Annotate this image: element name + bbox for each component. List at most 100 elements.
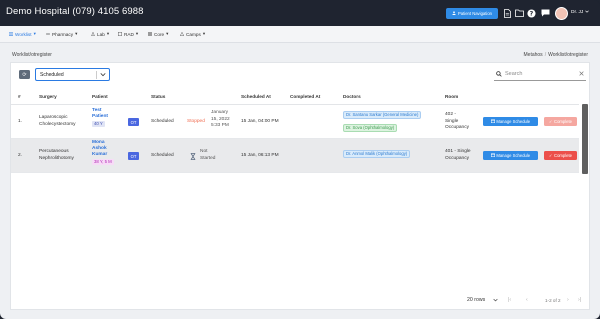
column-header: Scheduled At <box>241 94 271 99</box>
page-range: 1-2 of 2 <box>545 297 561 303</box>
caret-down-icon: ▾ <box>106 31 110 36</box>
table-scrollbar[interactable] <box>582 104 588 174</box>
help-icon[interactable]: ? <box>527 8 536 18</box>
status-text: Scheduled <box>151 119 174 124</box>
first-page-icon[interactable]: |‹ <box>508 297 511 303</box>
menu-rad-label: RAD <box>124 31 134 37</box>
calendar-icon <box>490 119 495 124</box>
top-header: Demo Hospital (079) 4105 6988 Patient Na… <box>0 0 600 26</box>
menu-pharmacy[interactable]: Pharmacy ▾ <box>46 31 77 37</box>
table-row[interactable]: 2. Percutaneous Nephrolithotomy Mona Ash… <box>11 139 579 173</box>
breadcrumb-home-link[interactable]: Metahos <box>524 52 543 58</box>
chat-icon[interactable] <box>541 8 550 18</box>
age-badge: 40 Y <box>92 120 105 127</box>
menu-camps[interactable]: Camps ▾ <box>179 31 205 37</box>
menu-pharmacy-label: Pharmacy <box>52 31 74 37</box>
room-line: Occupancy <box>445 155 469 161</box>
date-line: January <box>211 110 229 115</box>
column-header: # <box>18 94 21 99</box>
main-menu: Worklist ▾ Pharmacy ▾ Lab ▾ RAD ▾ Core ▾… <box>0 26 600 43</box>
menu-core-label: Core <box>154 31 165 37</box>
doctors-cell: Dr. Santanu Sarkar (General Medicine) Dr… <box>343 111 422 132</box>
menu-lab-label: Lab <box>97 31 105 37</box>
patient-navigation-label: Patient Navigation <box>458 11 492 16</box>
search-icon <box>496 71 502 79</box>
lab-icon <box>91 31 95 37</box>
menu-worklist-label: Worklist <box>15 31 32 37</box>
ot-register-table: # Surgery Patient Status Scheduled At Co… <box>11 88 579 173</box>
menu-camps-label: Camps <box>186 31 201 37</box>
date-line: 5:33 PM <box>211 123 229 128</box>
user-icon <box>452 11 456 16</box>
menu-core[interactable]: Core ▾ <box>148 31 169 37</box>
row-number: 2. <box>18 153 23 158</box>
rows-per-page-select[interactable]: 20 rows <box>467 297 485 303</box>
menu-rad[interactable]: RAD ▾ <box>118 31 138 37</box>
scheduled-at: 15 Jan, 06:13 PM <box>241 153 279 158</box>
ot-badge: OT <box>128 118 139 126</box>
folder-icon[interactable] <box>515 8 524 18</box>
main-content: Worklist/otregister Metahos / Worklist/otr… <box>0 43 600 319</box>
refresh-button[interactable]: ⟳ <box>19 70 30 79</box>
last-page-icon[interactable]: ›| <box>578 297 581 303</box>
pill-icon <box>46 32 50 37</box>
row-number: 1. <box>18 119 23 124</box>
sub-status-text: Not Started <box>200 149 215 162</box>
room-cell: 402 - Single Occupancy <box>445 112 469 132</box>
manage-schedule-button[interactable]: Manage Schedule <box>483 151 538 160</box>
worklist-card: ⟳ Scheduled # <box>10 62 590 310</box>
menu-lab[interactable]: Lab ▾ <box>91 31 109 37</box>
status-text: Scheduled <box>151 153 174 158</box>
chevron-down-icon <box>100 72 106 79</box>
patient-name-line: Kumar <box>92 152 108 157</box>
caret-down-icon: ▾ <box>135 31 139 36</box>
status-filter-select[interactable]: Scheduled <box>35 68 110 81</box>
next-page-icon[interactable]: › <box>567 297 569 303</box>
core-icon <box>148 31 152 37</box>
surgery-line: Nephrolithotomy <box>39 155 74 161</box>
patient-name-link[interactable]: Mona Ashok Kumar <box>92 140 114 158</box>
column-header: Status <box>151 94 166 99</box>
list-icon <box>9 32 13 37</box>
doctor-tag: Dr. Santanu Sarkar (General Medicine) <box>343 111 422 119</box>
camps-icon <box>179 31 185 37</box>
select-divider <box>96 71 97 79</box>
page-title: Worklist/otregister <box>12 52 52 58</box>
search-input[interactable] <box>505 69 565 79</box>
column-header: Room <box>445 94 459 99</box>
doctors-cell: Dr. Anmol Malik (Ophthalmology) <box>343 150 411 159</box>
check-icon: ✓ <box>549 153 553 158</box>
breadcrumb-current: Worklist/otregister <box>548 52 588 58</box>
complete-button[interactable]: ✓ Complete <box>544 117 577 126</box>
age-badge: 38 Y, 5 M <box>92 158 114 165</box>
patient-navigation-button[interactable]: Patient Navigation <box>446 8 498 19</box>
doctor-tag: Dr. Anmol Malik (Ophthalmology) <box>343 150 411 158</box>
table-row[interactable]: 1. Laparoscopic Cholecystectomy Test Pat… <box>11 105 579 139</box>
room-cell: 401 - Single Occupancy <box>445 149 471 162</box>
surgery-name: Percutaneous Nephrolithotomy <box>39 149 74 162</box>
patient-cell: Mona Ashok Kumar 38 Y, 5 M <box>92 140 114 166</box>
scheduled-at: 15 Jan, 04:00 PM <box>241 119 279 124</box>
app-window: Demo Hospital (079) 4105 6988 Patient Na… <box>0 0 600 319</box>
column-header: Doctors <box>343 94 361 99</box>
sub-status-date: January 15, 2022 5:33 PM <box>211 110 230 130</box>
patient-name-link[interactable]: Test Patient <box>92 108 108 120</box>
user-name: Dr. JJ <box>571 10 584 15</box>
complete-button[interactable]: ✓ Complete <box>544 151 577 160</box>
status-filter-value: Scheduled <box>40 71 64 78</box>
avatar[interactable] <box>555 7 568 20</box>
menu-worklist[interactable]: Worklist ▾ <box>9 31 36 37</box>
manage-schedule-button[interactable]: Manage Schedule <box>483 117 538 126</box>
clear-search-icon[interactable] <box>579 71 584 78</box>
svg-text:?: ? <box>530 10 534 17</box>
document-icon[interactable] <box>503 8 512 18</box>
column-header: Completed At <box>290 94 321 99</box>
radiology-icon <box>118 31 122 37</box>
prev-page-icon[interactable]: ‹ <box>526 297 528 303</box>
user-menu[interactable]: Dr. JJ <box>571 10 589 15</box>
check-icon: ✓ <box>549 119 553 124</box>
chevron-down-icon <box>584 10 589 15</box>
surgery-line: Cholecystectomy <box>39 121 76 127</box>
patient-name-line: Patient <box>92 114 108 119</box>
breadcrumb-separator: / <box>544 52 547 58</box>
